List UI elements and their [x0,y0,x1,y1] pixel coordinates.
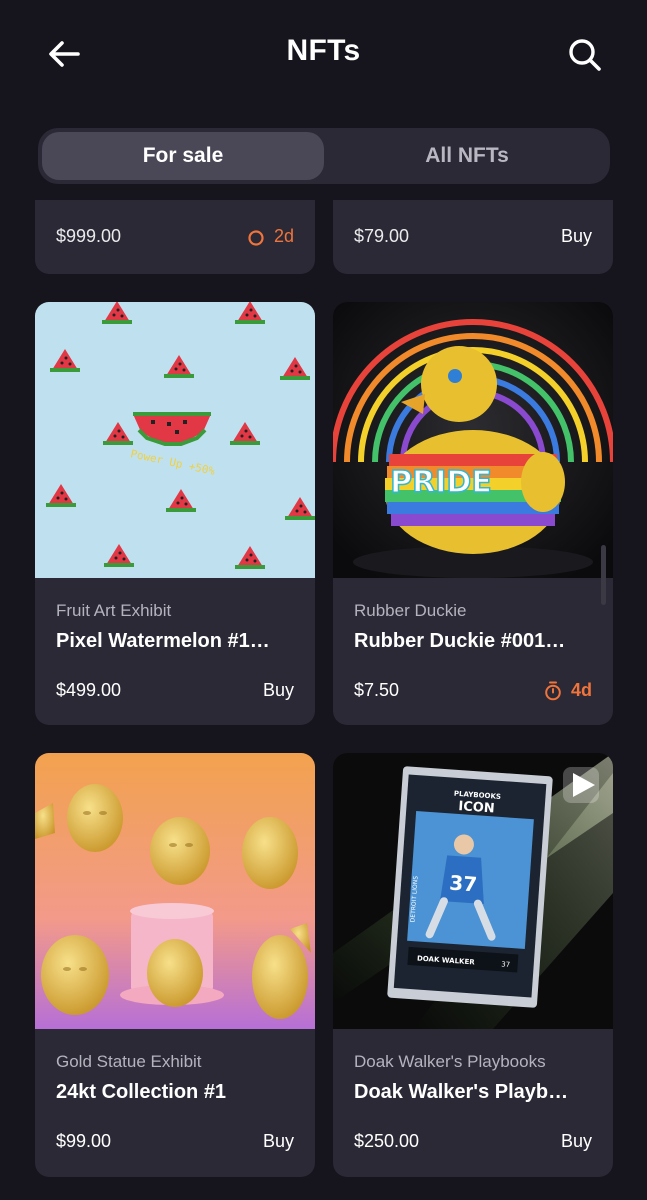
nft-image-watermelon: Power Up +50% [35,302,315,578]
card-collection: Doak Walker's Playbooks [354,1052,546,1071]
sale-filter-segment: For sale All NFTs [38,128,610,184]
card-title: Rubber Duckie #001… [354,630,566,652]
card-player-number: 37 [501,960,510,969]
card-price: $999.00 [56,226,122,246]
nft-card[interactable]: 37 PLAYBOOKS ICON DETROIT LIONS DOAK WAL… [333,753,613,1177]
nft-image-duckie: PRIDE [333,302,613,578]
search-button[interactable] [566,36,604,74]
time-left: 4d [570,680,592,700]
scrollbar[interactable] [601,545,606,605]
duckie-sign: PRIDE [390,465,492,500]
buy-button[interactable]: Buy [561,226,592,247]
nft-card[interactable]: PRIDE Rubber Duckie Rubber Duckie #001… … [333,302,613,725]
card-price: $7.50 [354,680,400,700]
stopwatch-icon [545,681,561,700]
card-timer: 4d [544,680,592,701]
tab-for-sale[interactable]: For sale [42,132,324,180]
tab-all-nfts[interactable]: All NFTs [328,132,606,180]
jersey-number: 37 [449,871,478,897]
card-collection: Gold Statue Exhibit [56,1052,202,1071]
page-title: NFTs [286,34,361,67]
nft-card-partial[interactable]: $999.00 2d [35,200,315,274]
card-timer: 2d [247,226,294,247]
card-collection: Fruit Art Exhibit [56,601,172,620]
play-icon[interactable] [563,767,599,803]
nft-card-partial[interactable]: $79.00 Buy [333,200,613,274]
nft-image-gold-statues [35,753,315,1029]
nft-image-doak-walker-card: 37 PLAYBOOKS ICON DETROIT LIONS DOAK WAL… [333,753,613,1029]
app-header: NFTs [0,0,647,110]
nft-card[interactable]: Gold Statue Exhibit 24kt Collection #1 $… [35,753,315,1177]
card-price: $99.00 [56,1131,112,1151]
search-icon [569,39,601,71]
buy-button[interactable]: Buy [263,1131,294,1152]
time-left: 2d [273,226,294,246]
nft-card[interactable]: Power Up +50% Fruit Art Exhibit Pixel Wa… [35,302,315,725]
card-title: Doak Walker's Playb… [354,1081,569,1103]
card-price: $499.00 [56,680,122,700]
nft-grid[interactable]: $999.00 2d $79.00 Buy Power Up +50% Frui… [0,200,647,1200]
card-price: $250.00 [354,1131,420,1151]
stopwatch-icon [248,229,264,246]
buy-button[interactable]: Buy [561,1131,592,1152]
card-price: $79.00 [354,226,410,246]
buy-button[interactable]: Buy [263,680,294,701]
card-collection: Rubber Duckie [354,601,467,620]
card-label: ICON [458,799,495,816]
card-title: 24kt Collection #1 [56,1081,227,1103]
card-title: Pixel Watermelon #1… [56,630,270,652]
